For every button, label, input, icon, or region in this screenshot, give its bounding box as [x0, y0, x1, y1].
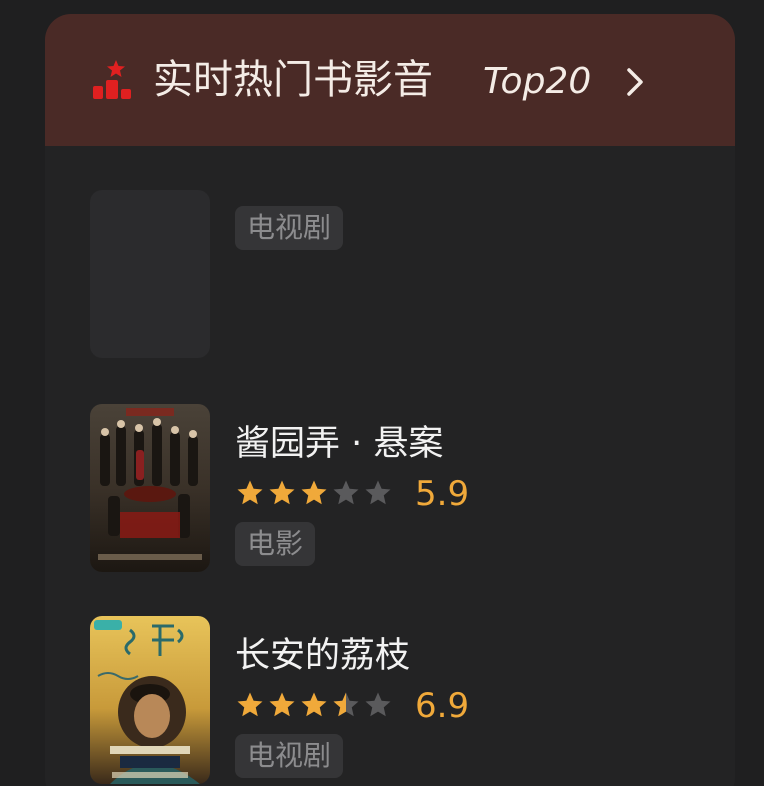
chevron-right-icon[interactable] — [621, 66, 649, 98]
rating-stars — [235, 476, 395, 510]
rating-score: 5.9 — [415, 474, 470, 514]
star-empty-icon — [365, 480, 391, 505]
movie-poster[interactable] — [90, 616, 210, 784]
poster-placeholder[interactable] — [90, 190, 210, 358]
item-title[interactable]: 酱园弄 · 悬案 — [235, 422, 443, 466]
movie-poster[interactable] — [90, 404, 210, 572]
category-tag: 电视剧 — [235, 734, 344, 778]
rating-stars — [235, 688, 395, 722]
poster-image — [90, 404, 210, 572]
item-title[interactable]: 长安的荔枝 — [235, 634, 410, 678]
list-item[interactable]: 长安的荔枝 6.9 电视剧 — [90, 616, 690, 786]
star-empty-icon — [365, 692, 391, 717]
star-empty-icon — [333, 480, 359, 505]
poster-image — [90, 616, 210, 784]
star-filled-icon — [301, 692, 327, 717]
star-filled-icon — [237, 692, 263, 717]
category-tag: 电视剧 — [235, 206, 344, 250]
star-filled-icon — [269, 692, 295, 717]
star-half-icon — [333, 692, 359, 717]
ranking-podium-icon — [93, 60, 131, 99]
star-filled-icon — [269, 480, 295, 505]
list-item[interactable]: 酱园弄 · 悬案 5.9 电影 — [90, 404, 690, 574]
screen: 实时热门书影音 Top20 电视剧 酱园弄 · 悬案 5.9 电影 长安的荔枝 … — [0, 0, 764, 786]
star-filled-icon — [301, 480, 327, 505]
hot-list-header[interactable]: 实时热门书影音 Top20 — [45, 14, 735, 146]
list-item[interactable]: 电视剧 — [90, 190, 690, 360]
hot-list-card: 实时热门书影音 Top20 电视剧 酱园弄 · 悬案 5.9 电影 长安的荔枝 … — [45, 14, 735, 786]
rating-score: 6.9 — [415, 686, 470, 726]
header-title: 实时热门书影音 — [153, 57, 433, 103]
category-tag: 电影 — [235, 522, 316, 566]
header-top-label: Top20 — [483, 61, 592, 102]
star-filled-icon — [237, 480, 263, 505]
